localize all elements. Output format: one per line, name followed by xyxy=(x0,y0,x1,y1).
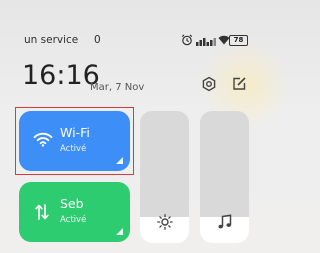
selection-highlight xyxy=(15,107,134,175)
expand-corner-icon xyxy=(116,228,123,235)
music-note-icon xyxy=(217,214,233,234)
carrier-text: un service xyxy=(24,34,79,46)
battery-indicator: 78 xyxy=(229,35,248,46)
mobile-data-tile-status: Activé xyxy=(60,215,87,225)
mobile-data-tile-title: Seb xyxy=(60,196,84,211)
settings-icon[interactable] xyxy=(201,76,217,96)
brightness-slider[interactable] xyxy=(140,111,189,243)
clock-time: 16:16 xyxy=(22,60,100,91)
mobile-data-icon xyxy=(35,204,49,224)
sun-icon xyxy=(156,214,173,234)
mobile-data-tile[interactable]: Seb Activé xyxy=(19,182,130,242)
status-icons xyxy=(181,34,230,46)
status-indicator-text: 0 xyxy=(94,34,101,46)
clock-date: Mar, 7 Nov xyxy=(90,82,145,93)
volume-slider[interactable] xyxy=(200,111,249,243)
edit-icon[interactable] xyxy=(231,76,247,96)
alarm-icon xyxy=(181,34,193,46)
signal-icon xyxy=(196,35,216,46)
